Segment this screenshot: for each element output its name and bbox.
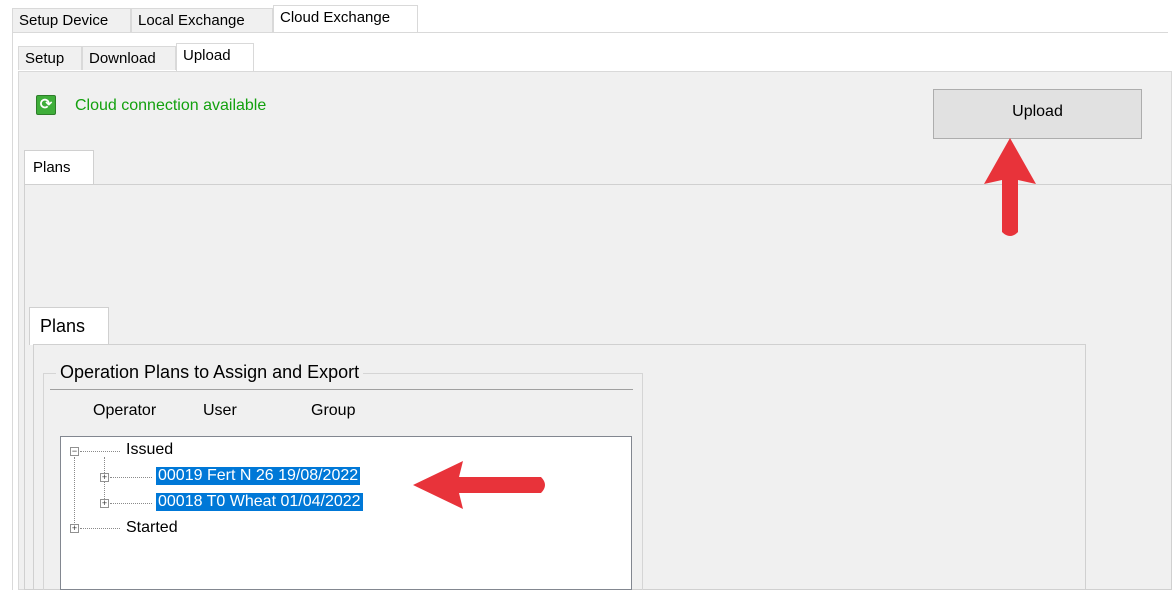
column-user: User (203, 402, 237, 419)
arrow-up-icon (984, 138, 1036, 236)
tree-connector (110, 477, 152, 478)
arrow-left-icon (413, 461, 545, 509)
expand-icon[interactable]: + (100, 499, 109, 508)
expand-icon[interactable]: + (100, 473, 109, 482)
tab-plans-outer[interactable]: Plans (24, 150, 94, 185)
tree-connector (80, 528, 120, 529)
tab-local-exchange[interactable]: Local Exchange (131, 8, 273, 32)
tab-upload[interactable]: Upload (176, 43, 254, 72)
column-operator: Operator (93, 402, 157, 419)
tab-setup-device[interactable]: Setup Device (12, 8, 131, 32)
tab-setup[interactable]: Setup (18, 46, 82, 70)
tab-download[interactable]: Download (82, 46, 176, 70)
arrow-up-annotation (984, 138, 1036, 236)
tab-plans-inner[interactable]: Plans (29, 307, 109, 345)
tree-node-plan[interactable]: 00018 T0 Wheat 01/04/2022 (156, 493, 363, 511)
tree-node-started[interactable]: Started (126, 519, 178, 537)
expand-icon[interactable]: + (70, 524, 79, 533)
collapse-icon[interactable]: − (70, 447, 79, 456)
arrow-left-annotation (413, 461, 545, 509)
groupbox-title: Operation Plans to Assign and Export (56, 362, 364, 383)
tree-node-plan[interactable]: 00019 Fert N 26 19/08/2022 (156, 467, 361, 485)
tab-cloud-exchange[interactable]: Cloud Exchange (273, 5, 418, 32)
tree-node-issued[interactable]: Issued (126, 441, 173, 459)
refresh-icon: ⟳ (36, 95, 56, 115)
tree-connector (80, 451, 120, 452)
tree-connector (74, 457, 75, 527)
cloud-status-text: Cloud connection available (75, 97, 267, 114)
tree-connector (110, 503, 152, 504)
column-group: Group (311, 402, 356, 419)
